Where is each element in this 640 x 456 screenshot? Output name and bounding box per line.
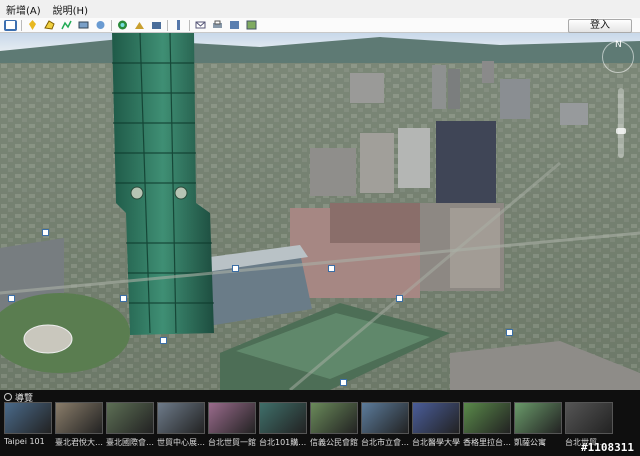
tour-thumbnail-caption: 台北市立會大… xyxy=(361,438,409,447)
planet-icon[interactable] xyxy=(150,20,163,31)
tour-thumbnail[interactable]: 香格里拉台北… xyxy=(463,402,511,448)
tour-thumbnail-image xyxy=(310,402,358,434)
tour-thumbnail-image xyxy=(157,402,205,434)
tour-thumbnail-image xyxy=(412,402,460,434)
tour-thumbnail[interactable]: 台北醫學大學 xyxy=(412,402,460,448)
tour-panel: 導覽 Taipei 101 臺北君悅大飯店臺北國際會議…世貿中心展覽…台北世貿一館… xyxy=(0,390,640,456)
tour-header[interactable]: 導覽 xyxy=(4,392,33,404)
map-place-marker[interactable] xyxy=(328,265,335,272)
map-place-marker[interactable] xyxy=(42,229,49,236)
toolbar-separator xyxy=(189,19,190,31)
tour-thumbnail-image xyxy=(361,402,409,434)
tour-thumbnail-caption: 世貿中心展覽… xyxy=(157,438,205,447)
toolbar-separator xyxy=(167,19,168,31)
tour-thumbnail[interactable]: 世貿中心展覽… xyxy=(157,402,205,448)
tour-thumbnail-caption: 信義公民會館 xyxy=(310,438,358,447)
tour-thumbnail-caption: 台北世貿一館 xyxy=(208,438,256,447)
print-icon[interactable] xyxy=(211,20,224,31)
tour-thumbnail-caption: 台北101購物… xyxy=(259,438,307,447)
tour-thumbnail-list: Taipei 101 臺北君悅大飯店臺北國際會議…世貿中心展覽…台北世貿一館台北1… xyxy=(4,402,616,448)
tour-thumbnail-image xyxy=(463,402,511,434)
tour-thumbnail-caption: 臺北君悅大飯店 xyxy=(55,438,103,447)
map-place-marker[interactable] xyxy=(340,379,347,386)
map-place-marker[interactable] xyxy=(160,337,167,344)
placemark-icon[interactable] xyxy=(26,20,39,31)
toolbar: 登入 xyxy=(0,18,640,33)
login-button[interactable]: 登入 xyxy=(568,19,632,33)
tour-thumbnail[interactable]: Taipei 101 xyxy=(4,402,52,448)
map-place-marker[interactable] xyxy=(232,265,239,272)
sun-icon[interactable] xyxy=(133,20,146,31)
compass-north-label: N xyxy=(615,40,622,50)
map-place-marker[interactable] xyxy=(120,295,127,302)
menu-add[interactable]: 新增(A) xyxy=(0,2,47,17)
save-image-icon[interactable] xyxy=(228,20,241,31)
menu-help[interactable]: 說明(H) xyxy=(47,2,94,17)
collapse-icon[interactable] xyxy=(4,393,12,401)
map-place-marker[interactable] xyxy=(396,295,403,302)
maps-icon[interactable] xyxy=(245,20,258,31)
tour-thumbnail-image xyxy=(514,402,562,434)
map-viewport[interactable]: N xyxy=(0,33,640,390)
email-icon[interactable] xyxy=(194,20,207,31)
watermark: #1108311 xyxy=(581,441,634,454)
ruler-icon[interactable] xyxy=(172,20,185,31)
zoom-slider-knob[interactable] xyxy=(616,128,626,134)
tour-thumbnail[interactable]: 臺北君悅大飯店 xyxy=(55,402,103,448)
tour-thumbnail-image xyxy=(4,402,52,434)
tour-thumbnail-caption: 台北醫學大學 xyxy=(412,438,460,447)
overlay-icon[interactable] xyxy=(77,20,90,31)
map-place-marker[interactable] xyxy=(8,295,15,302)
city-scene xyxy=(0,33,640,390)
toolbar-separator xyxy=(111,19,112,31)
tour-thumbnail[interactable]: 台北世貿一館 xyxy=(208,402,256,448)
tour-thumbnail-image xyxy=(259,402,307,434)
tour-thumbnail[interactable]: 臺北國際會議… xyxy=(106,402,154,448)
record-tour-icon[interactable] xyxy=(94,20,107,31)
tour-thumbnail-image xyxy=(208,402,256,434)
tour-thumbnail[interactable]: 台北101購物… xyxy=(259,402,307,448)
menu-bar: 新增(A) 說明(H) xyxy=(0,0,640,19)
zoom-slider[interactable] xyxy=(616,88,626,158)
tour-thumbnail[interactable]: 信義公民會館 xyxy=(310,402,358,448)
path-icon[interactable] xyxy=(60,20,73,31)
tour-thumbnail-caption: 香格里拉台北… xyxy=(463,438,511,447)
view-icon[interactable] xyxy=(4,19,17,31)
tour-thumbnail-image xyxy=(565,402,613,434)
tour-thumbnail-image xyxy=(106,402,154,434)
map-place-marker[interactable] xyxy=(506,329,513,336)
tour-thumbnail-caption: 凱薩公寓 xyxy=(514,438,546,447)
globe-icon[interactable] xyxy=(116,20,129,31)
tour-thumbnail[interactable]: 台北市立會大… xyxy=(361,402,409,448)
tour-thumbnail-image xyxy=(55,402,103,434)
polygon-icon[interactable] xyxy=(43,20,56,31)
tour-thumbnail-caption: 臺北國際會議… xyxy=(106,438,154,447)
tour-thumbnail[interactable]: 凱薩公寓 xyxy=(514,402,562,448)
toolbar-separator xyxy=(21,19,22,31)
compass-ring[interactable]: N xyxy=(602,40,634,73)
tour-thumbnail-caption: Taipei 101 xyxy=(4,437,45,446)
